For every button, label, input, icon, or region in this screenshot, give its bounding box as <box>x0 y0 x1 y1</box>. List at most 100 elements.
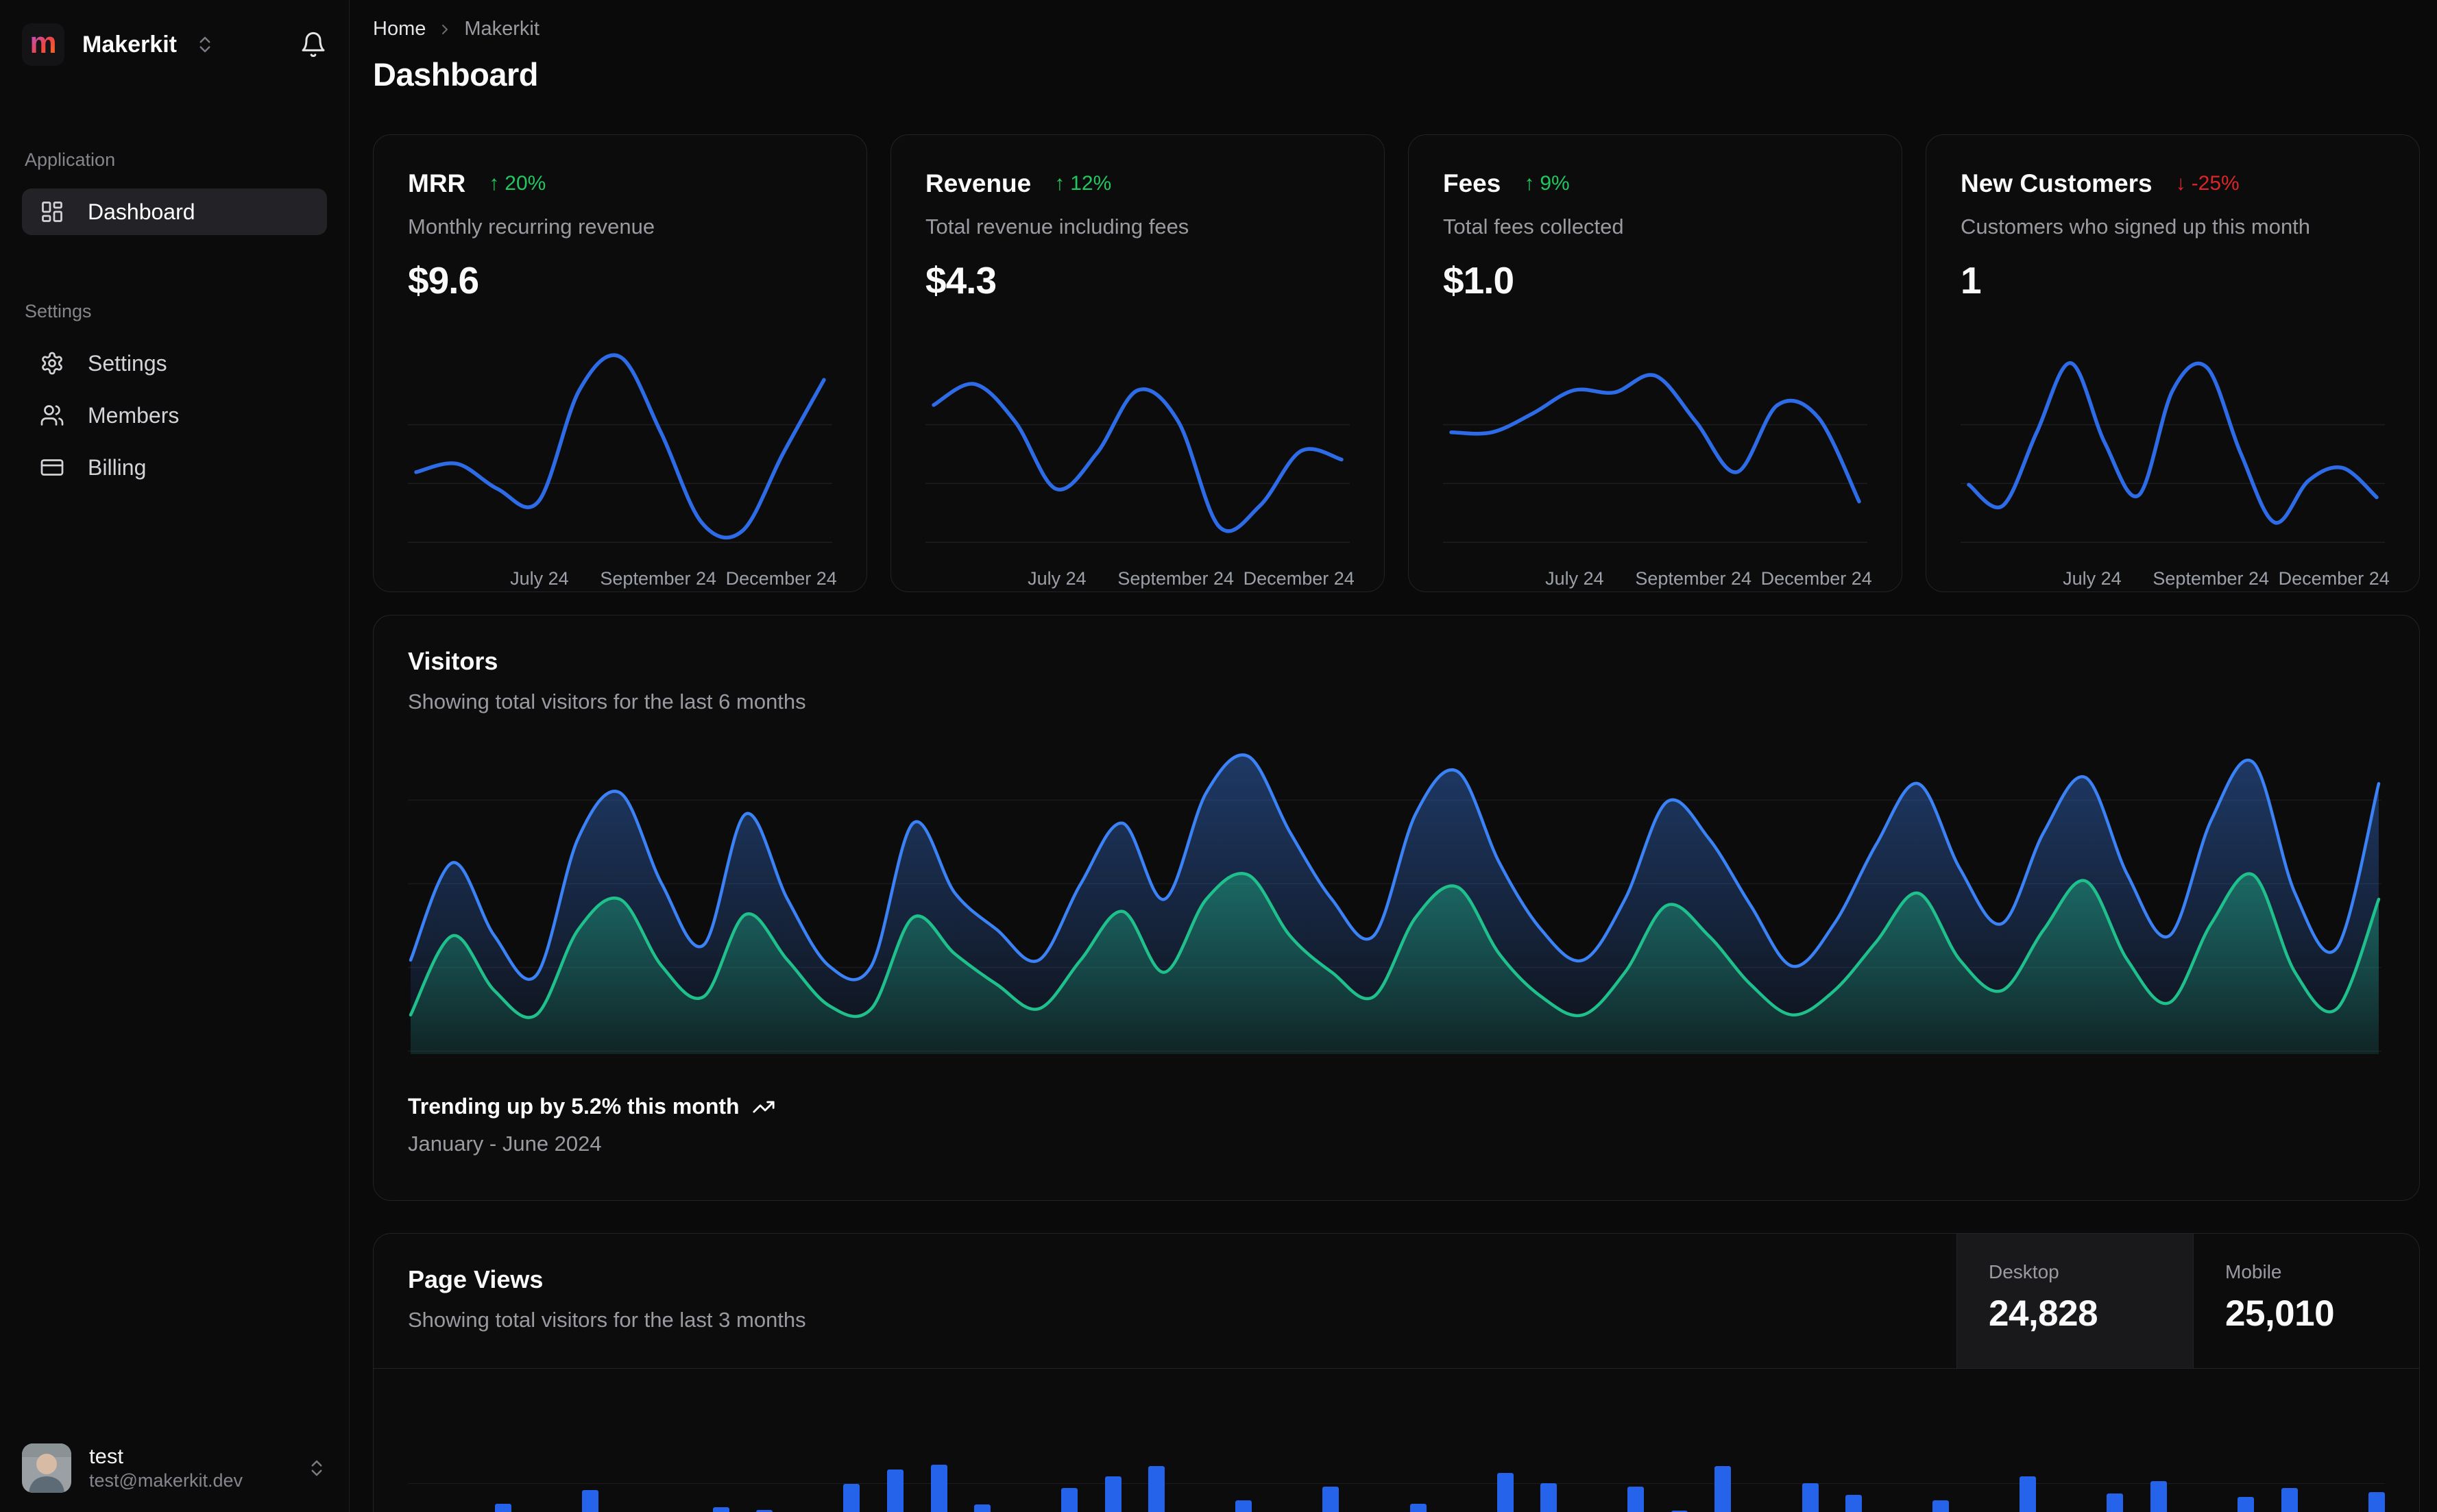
sidebar-item-members[interactable]: Members <box>22 392 327 439</box>
page-views-card: Page Views Showing total visitors for th… <box>373 1233 2420 1512</box>
bar <box>974 1504 991 1512</box>
avatar <box>22 1443 71 1493</box>
sidebar-item-label: Members <box>88 402 180 428</box>
bar <box>1714 1466 1732 1512</box>
bar <box>2237 1497 2254 1512</box>
breadcrumb-current: Makerkit <box>464 18 539 40</box>
sidebar-item-settings[interactable]: Settings <box>22 340 327 387</box>
visitors-trend-text: Trending up by 5.2% this month <box>408 1094 740 1119</box>
sidebar-item-label: Settings <box>88 350 167 376</box>
bar <box>1802 1483 1819 1512</box>
trend-badge: ↑ 12% <box>1054 172 1112 195</box>
user-name: test <box>89 1443 123 1468</box>
workspace-name: Makerkit <box>82 31 177 58</box>
chevrons-up-down-icon <box>306 1458 327 1478</box>
sidebar-item-label: Billing <box>88 454 147 480</box>
main-content: Home Makerkit Dashboard MRR ↑ 20% Monthly… <box>350 0 2437 1512</box>
breadcrumb-home-link[interactable]: Home <box>373 18 426 40</box>
page-views-header: Page Views Showing total visitors for th… <box>374 1234 2419 1369</box>
visitors-title: Visitors <box>408 647 498 675</box>
stat-description: Customers who signed up this month <box>1961 215 2311 239</box>
page-views-tabs: Desktop 24,828 Mobile 25,010 <box>1956 1234 2419 1368</box>
bar <box>712 1507 729 1512</box>
visitors-footer: Trending up by 5.2% this month January -… <box>408 1094 2381 1156</box>
bar <box>2107 1493 2124 1512</box>
bar <box>2150 1481 2167 1512</box>
sidebar-item-billing[interactable]: Billing <box>22 444 327 491</box>
page-views-title: Page Views <box>408 1265 544 1293</box>
stat-card-revenue: Revenue ↑ 12% Total revenue including fee… <box>890 134 1385 592</box>
bar <box>1148 1466 1165 1512</box>
page-title: Dashboard <box>373 56 539 93</box>
stat-value: $4.3 <box>925 259 997 302</box>
stat-card-mrr: MRR ↑ 20% Monthly recurring revenue $9.6 … <box>373 134 867 592</box>
arrow-up-icon: ↑ <box>489 172 500 195</box>
arrow-down-icon: ↓ <box>2175 172 2186 195</box>
bar <box>1627 1487 1645 1512</box>
x-axis-labels: July 24 September 24 December 24 <box>1545 568 1872 589</box>
tab-value: 24,828 <box>1989 1293 2098 1334</box>
bar <box>1496 1473 1514 1512</box>
user-email: test@makerkit.dev <box>89 1470 243 1491</box>
user-menu[interactable]: test test@makerkit.dev <box>22 1443 327 1493</box>
bar <box>1932 1500 1950 1512</box>
visitors-area-chart <box>408 744 2381 1054</box>
bar <box>1104 1476 1121 1512</box>
bar <box>1409 1504 1427 1512</box>
users-icon <box>40 403 64 428</box>
trend-badge: ↑ 20% <box>489 172 546 195</box>
bar <box>1845 1495 1863 1512</box>
visitors-card: Visitors Showing total visitors for the … <box>373 615 2420 1201</box>
page-views-bar-chart <box>408 1418 2385 1512</box>
tab-mobile[interactable]: Mobile 25,010 <box>2193 1234 2419 1368</box>
sidebar-item-dashboard[interactable]: Dashboard <box>22 188 327 235</box>
trend-badge: ↑ 9% <box>1524 172 1570 195</box>
stat-value: $1.0 <box>1443 259 1514 302</box>
nav-group-label: Application <box>25 149 116 170</box>
stat-card-new-customers: New Customers ↓ -25% Customers who signed… <box>1926 134 2420 592</box>
sparkline-chart <box>408 330 832 556</box>
stat-description: Total fees collected <box>1443 215 1624 239</box>
bar <box>1235 1500 1252 1512</box>
logo-letter: m <box>29 26 57 60</box>
bar <box>495 1504 512 1512</box>
bar <box>1540 1483 1557 1512</box>
bar <box>843 1484 860 1512</box>
stat-title: Fees <box>1443 169 1501 197</box>
visitors-date-range: January - June 2024 <box>408 1132 602 1156</box>
stat-card-fees: Fees ↑ 9% Total fees collected $1.0 July … <box>1408 134 1902 592</box>
bar <box>2020 1476 2037 1512</box>
stat-title: MRR <box>408 169 466 197</box>
stat-value: $9.6 <box>408 259 479 302</box>
tab-label: Desktop <box>1989 1261 2059 1282</box>
gear-icon <box>40 351 64 376</box>
credit-card-icon <box>40 455 64 480</box>
x-axis-labels: July 24 September 24 December 24 <box>510 568 837 589</box>
makerkit-logo: m <box>22 23 64 66</box>
tab-desktop[interactable]: Desktop 24,828 <box>1956 1234 2193 1368</box>
arrow-up-icon: ↑ <box>1524 172 1535 195</box>
bar <box>1061 1488 1078 1512</box>
tab-value: 25,010 <box>2225 1293 2335 1334</box>
workspace-selector[interactable]: m Makerkit <box>22 21 327 69</box>
bell-icon[interactable] <box>300 31 327 58</box>
x-axis-labels: July 24 September 24 December 24 <box>1028 568 1355 589</box>
breadcrumb: Home Makerkit <box>373 18 2420 40</box>
layout-dashboard-icon <box>40 199 64 224</box>
arrow-up-icon: ↑ <box>1054 172 1065 195</box>
visitors-subtitle: Showing total visitors for the last 6 mo… <box>408 690 806 714</box>
sparkline-chart <box>925 330 1350 556</box>
trend-badge: ↓ -25% <box>2175 172 2240 195</box>
bar <box>887 1470 904 1512</box>
stat-title: Revenue <box>925 169 1032 197</box>
stat-value: 1 <box>1961 259 1982 302</box>
bar <box>1322 1487 1339 1512</box>
user-meta: test test@makerkit.dev <box>89 1443 243 1493</box>
bar <box>2368 1492 2385 1512</box>
x-axis-labels: July 24 September 24 December 24 <box>2063 568 2390 589</box>
sidebar: m Makerkit Application Dashboard Setting… <box>0 0 350 1512</box>
sidebar-item-label: Dashboard <box>88 199 195 224</box>
nav-group-label: Settings <box>25 301 92 321</box>
trending-up-icon <box>752 1095 775 1119</box>
tab-label: Mobile <box>2225 1261 2282 1282</box>
